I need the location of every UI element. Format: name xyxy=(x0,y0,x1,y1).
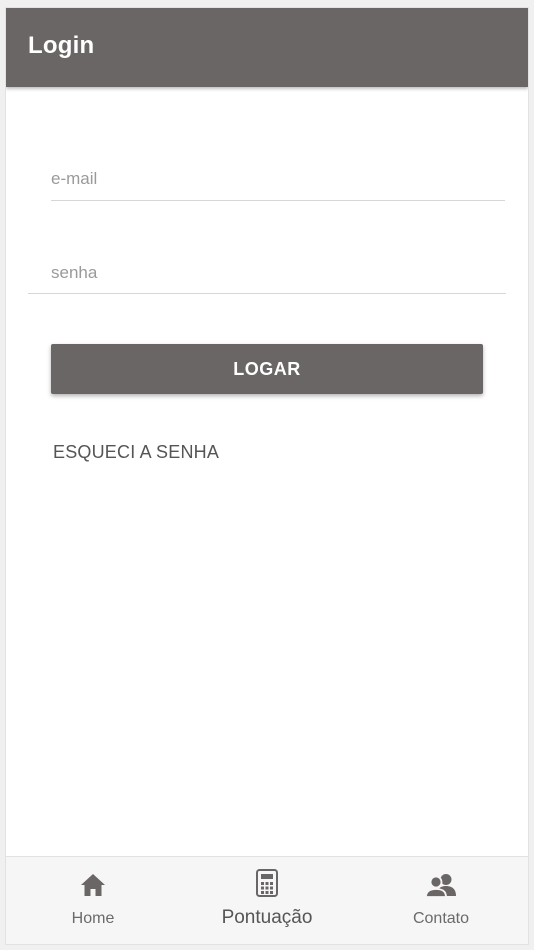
bottom-navigation: Home Pontuação Contato xyxy=(6,856,528,944)
nav-item-contato[interactable]: Contato xyxy=(354,857,528,944)
email-field[interactable] xyxy=(51,158,505,201)
nav-item-pontuacao[interactable]: Pontuação xyxy=(180,857,354,944)
forgot-password-link[interactable]: ESQUECI A SENHA xyxy=(53,442,219,463)
app-bar: Login xyxy=(6,8,528,87)
app-window: Login LOGAR ESQUECI A SENHA Home xyxy=(6,8,528,944)
nav-label-home: Home xyxy=(71,910,115,927)
home-icon xyxy=(80,873,106,902)
contacts-icon xyxy=(425,872,457,903)
nav-label-pontuacao: Pontuação xyxy=(221,907,313,928)
nav-item-home[interactable]: Home xyxy=(6,857,180,944)
calculator-icon xyxy=(256,869,278,902)
password-field[interactable] xyxy=(28,252,506,294)
nav-label-contato: Contato xyxy=(412,910,470,927)
page-title: Login xyxy=(28,32,95,59)
login-button[interactable]: LOGAR xyxy=(51,344,483,394)
